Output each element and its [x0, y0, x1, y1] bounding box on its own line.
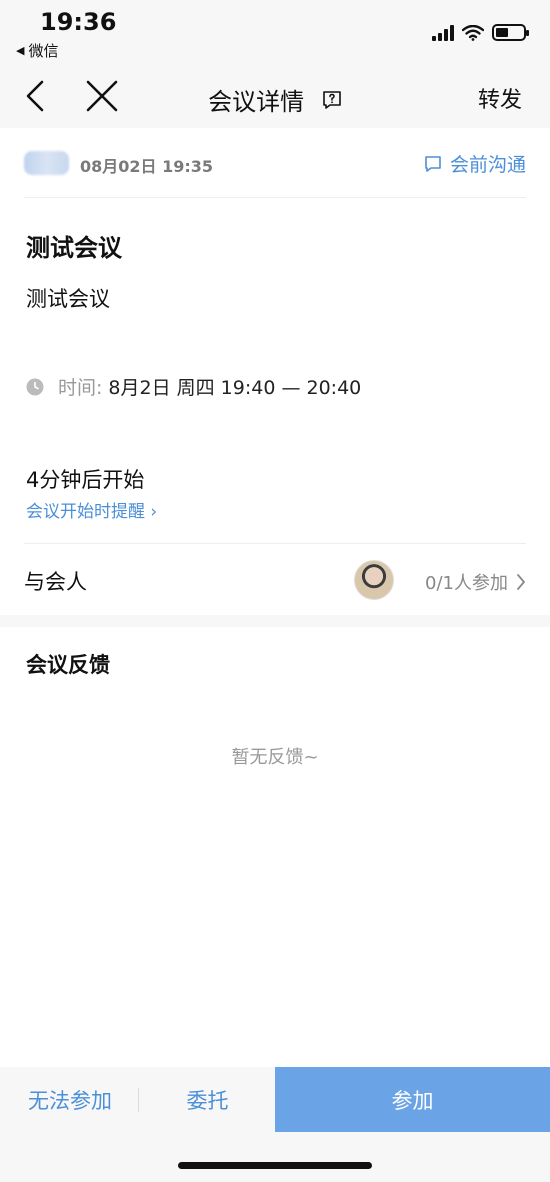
meeting-time-row: 时间: 8月2日 周四 19:40 — 20:40 — [26, 373, 361, 400]
action-bar: 无法参加 委托 参加 — [0, 1067, 550, 1132]
delegate-button[interactable]: 委托 — [140, 1067, 275, 1132]
action-divider — [138, 1088, 139, 1112]
clock-icon — [26, 378, 44, 395]
participants-count: 0/1人参加 — [425, 569, 526, 595]
avatar — [354, 560, 394, 600]
home-indicator-area — [0, 1132, 550, 1182]
chat-bubble-icon — [425, 155, 441, 172]
cellular-signal-icon — [432, 24, 454, 41]
join-button[interactable]: 参加 — [275, 1067, 550, 1132]
back-triangle-icon: ◀ — [16, 44, 25, 57]
battery-icon — [492, 24, 529, 41]
back-to-app-link[interactable]: ◀ 微信 — [16, 40, 58, 61]
pre-meeting-chat-link[interactable]: 会前沟通 — [424, 150, 526, 177]
feedback-title: 会议反馈 — [26, 653, 110, 677]
host-name-blurred — [24, 151, 69, 175]
participants-row[interactable]: 与会人 0/1人参加 — [24, 543, 526, 615]
reminder-setting-link[interactable]: 会议开始时提醒 › — [26, 497, 157, 522]
page-title-text: 会议详情 — [208, 88, 305, 116]
status-time: 19:36 — [40, 8, 117, 36]
participants-label: 与会人 — [24, 570, 87, 594]
system-icons — [432, 24, 529, 41]
chat-link-label: 会前沟通 — [449, 154, 526, 176]
status-bar: 19:36 ◀ 微信 — [0, 0, 550, 64]
host-row: 08月02日 19:35 会前沟通 — [24, 128, 526, 198]
chevron-right-icon — [517, 574, 525, 590]
home-indicator[interactable] — [178, 1162, 372, 1169]
meeting-info-card: 08月02日 19:35 会前沟通 测试会议 测试会议 时间: 8月2日 周四 … — [0, 128, 550, 615]
time-label: 时间: — [58, 377, 103, 399]
back-app-label: 微信 — [28, 42, 59, 60]
meeting-title: 测试会议 — [26, 234, 122, 262]
wifi-icon — [462, 24, 484, 41]
feedback-card: 会议反馈 暂无反馈~ — [0, 627, 550, 1067]
countdown-text: 4分钟后开始 — [26, 468, 145, 492]
feedback-empty-text: 暂无反馈~ — [231, 747, 319, 768]
time-value: 8月2日 周四 19:40 — 20:40 — [108, 377, 362, 399]
page-title: 会议详情 — [0, 82, 550, 117]
meeting-description: 测试会议 — [26, 287, 110, 311]
host-time: 08月02日 19:35 — [80, 157, 214, 176]
help-icon[interactable] — [322, 90, 342, 110]
decline-button[interactable]: 无法参加 — [0, 1067, 140, 1132]
nav-bar: 会议详情 转发 — [0, 64, 550, 128]
forward-button[interactable]: 转发 — [478, 82, 522, 114]
participants-count-text: 0/1人参加 — [425, 573, 508, 594]
